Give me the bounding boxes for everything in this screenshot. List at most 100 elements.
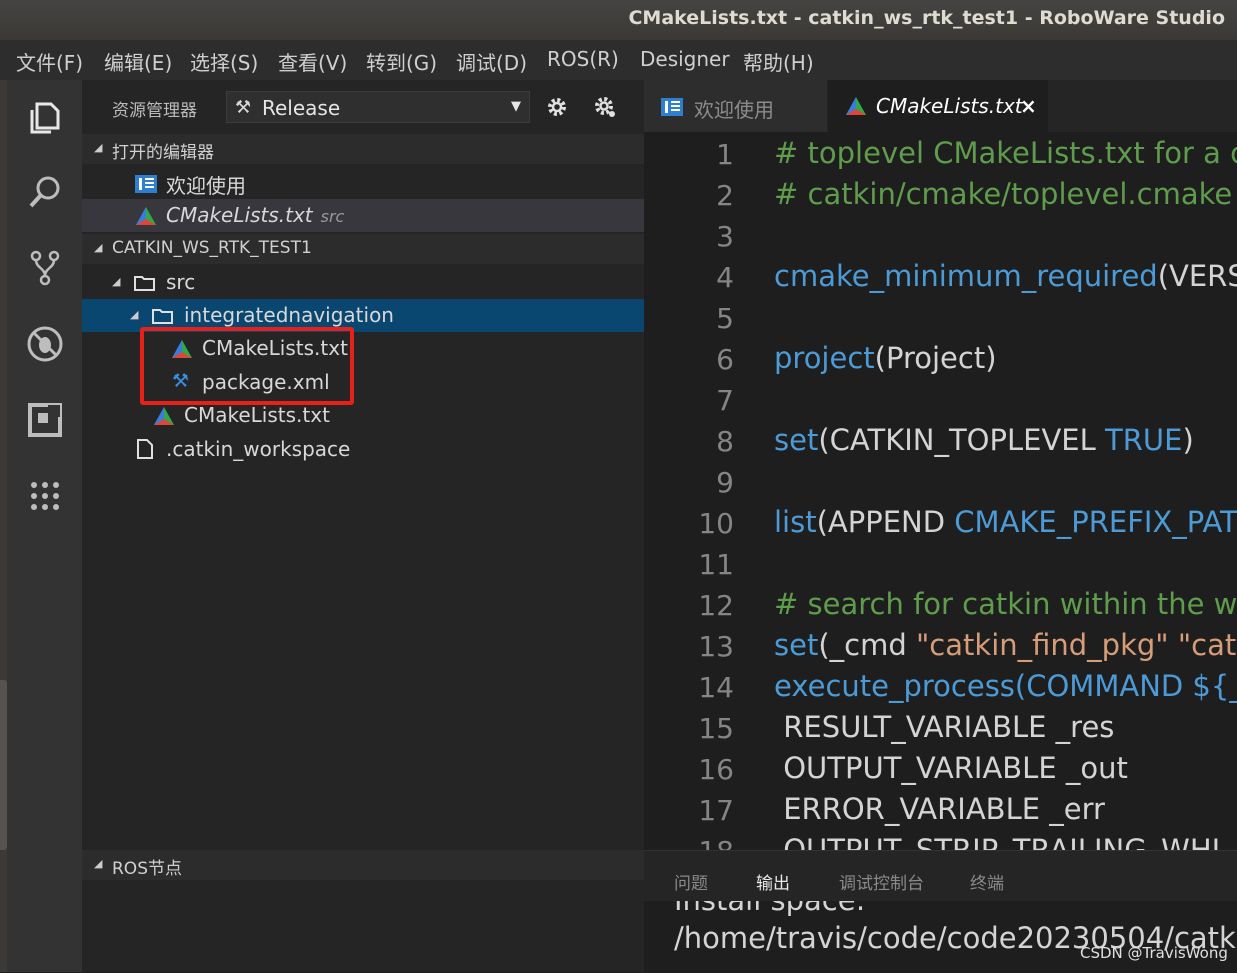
tree-item-label: src (166, 270, 196, 294)
gear-settings-icon[interactable] (592, 94, 618, 120)
open-editor-item[interactable]: 欢迎使用 (82, 166, 644, 199)
code-line: cmake_minimum_required(VERS (774, 259, 1237, 293)
chevron-down-icon: ▼ (511, 99, 521, 114)
code-token: (APPEND (816, 505, 955, 539)
launcher-edge (0, 80, 7, 972)
tab-problems[interactable]: 问题 (674, 869, 708, 894)
open-editor-label: CMakeLists.txt src (166, 203, 345, 227)
code-line: OUTPUT_VARIABLE _out (774, 751, 1128, 785)
line-number: 13 (698, 630, 734, 663)
code-token: set (774, 628, 819, 662)
tab-debug-console[interactable]: 调试控制台 (839, 869, 924, 894)
code-token: execute_process (774, 669, 1015, 703)
highlight-annotation-box (140, 327, 354, 405)
line-number: 11 (698, 548, 734, 581)
menu-ros[interactable]: ROS(R) (547, 47, 619, 71)
explorer-icon[interactable] (25, 98, 65, 138)
code-token: (COMMAND ${_c (1014, 669, 1237, 703)
watermark: CSDN @TravisWong (1080, 944, 1228, 962)
collapse-triangle-icon: ◢ (130, 308, 139, 321)
close-icon[interactable]: × (1020, 94, 1037, 118)
code-line: list(APPEND CMAKE_PREFIX_PAT (774, 505, 1237, 539)
search-icon[interactable] (25, 172, 65, 212)
tab-output[interactable]: 输出 (756, 869, 790, 894)
source-control-icon[interactable] (25, 248, 65, 288)
folder-open-icon (152, 309, 173, 324)
menu-help[interactable]: 帮助(H) (743, 47, 814, 76)
open-editors-header[interactable]: ◢ 打开的编辑器 (82, 134, 644, 164)
workspace-header[interactable]: ◢ CATKIN_WS_RTK_TEST1 (82, 234, 644, 264)
open-editors-label: 打开的编辑器 (112, 143, 214, 163)
menu-file[interactable]: 文件(F) (16, 47, 83, 76)
collapse-triangle-icon: ◢ (94, 141, 103, 154)
gear-icon[interactable] (544, 94, 570, 120)
title-bar: CMakeLists.txt - catkin_ws_rtk_test1 - R… (0, 0, 1237, 40)
line-number: 1 (716, 138, 734, 171)
line-number: 8 (716, 425, 734, 458)
tree-file-catkin-workspace[interactable]: .catkin_workspace (82, 433, 644, 466)
line-number: 10 (698, 507, 734, 540)
hammer-icon: ⚒ (235, 97, 252, 118)
file-icon (137, 439, 153, 459)
debug-icon[interactable] (25, 324, 65, 364)
ros-nodes-label: ROS节点 (112, 859, 182, 879)
build-config-value: Release (262, 96, 341, 120)
open-editor-label: 欢迎使用 (166, 174, 246, 198)
explorer-header: 资源管理器 ⚒ Release ▼ (82, 80, 644, 132)
line-number: 17 (698, 794, 734, 827)
open-editor-hint: src (320, 207, 345, 226)
code-line: ERROR_VARIABLE _err (774, 792, 1105, 826)
folder-open-icon (134, 276, 155, 291)
code-token: # toplevel CMakeLists.txt for a cat (774, 136, 1237, 170)
tab-label: 欢迎使用 (694, 98, 774, 122)
line-number: 16 (698, 753, 734, 786)
welcome-page-icon (661, 98, 683, 116)
tab-terminal[interactable]: 终端 (970, 869, 1004, 894)
menu-view[interactable]: 查看(V) (278, 47, 347, 76)
collapse-triangle-icon: ◢ (94, 857, 103, 870)
code-line: project(Project) (774, 341, 997, 375)
tab-label: CMakeLists.txt (876, 94, 1023, 118)
code-token: (Project) (874, 341, 997, 375)
code-line: # toplevel CMakeLists.txt for a cat (774, 136, 1237, 170)
tab-cmakelists[interactable]: CMakeLists.txt × (828, 80, 1048, 132)
build-config-select[interactable]: ⚒ Release ▼ (226, 91, 530, 123)
line-number: 5 (716, 302, 734, 335)
panel-tab-bar: 问题 输出 调试控制台 终端 (644, 851, 1237, 901)
tree-folder-src[interactable]: ◢ src (82, 266, 644, 299)
menu-designer[interactable]: Designer (640, 47, 730, 71)
line-number: 2 (716, 179, 734, 212)
code-line: # catkin/cmake/toplevel.cmake (774, 177, 1232, 211)
code-token: cmake_minimum_required (774, 259, 1158, 293)
menu-debug[interactable]: 调试(D) (456, 47, 527, 76)
code-line: execute_process(COMMAND ${_c (774, 669, 1237, 703)
code-token: (VERS (1157, 259, 1237, 293)
code-line: set(_cmd "catkin_find_pkg" "cat (774, 628, 1236, 662)
extensions-icon[interactable] (25, 400, 65, 440)
line-number: 12 (698, 589, 734, 622)
tab-welcome[interactable]: 欢迎使用 (644, 80, 827, 132)
menu-goto[interactable]: 转到(G) (366, 47, 437, 76)
explorer-sidebar: 资源管理器 ⚒ Release ▼ ◢ 打开的编辑器 欢迎使用 CMakeLis… (82, 80, 644, 972)
menu-edit[interactable]: 编辑(E) (104, 47, 172, 76)
collapse-triangle-icon: ◢ (94, 241, 103, 254)
line-number: 14 (698, 671, 734, 704)
editor-area: 欢迎使用 CMakeLists.txt × 1 # toplevel CMakeL… (644, 80, 1237, 972)
ros-nodes-header[interactable]: ◢ ROS节点 (82, 850, 644, 880)
menu-selection[interactable]: 选择(S) (190, 47, 258, 76)
code-token: RESULT_VARIABLE _res (774, 710, 1115, 744)
collapse-triangle-icon: ◢ (112, 275, 121, 288)
code-token: set (774, 423, 819, 457)
code-token: ERROR_VARIABLE _err (774, 792, 1105, 826)
more-icon[interactable] (25, 476, 65, 516)
tree-item-label: integratednavigation (184, 303, 394, 327)
line-number: 3 (716, 220, 734, 253)
code-token: (_cmd (818, 628, 916, 662)
open-editor-item[interactable]: CMakeLists.txt src (82, 199, 644, 232)
menu-bar: 文件(F) 编辑(E) 选择(S) 查看(V) 转到(G) 调试(D) ROS(… (0, 40, 1237, 80)
workspace-label: CATKIN_WS_RTK_TEST1 (112, 238, 312, 258)
code-token: project (774, 341, 875, 375)
code-token: TRUE (1105, 423, 1183, 457)
activity-bar (7, 80, 82, 972)
code-token: OUTPUT_VARIABLE _out (774, 751, 1128, 785)
